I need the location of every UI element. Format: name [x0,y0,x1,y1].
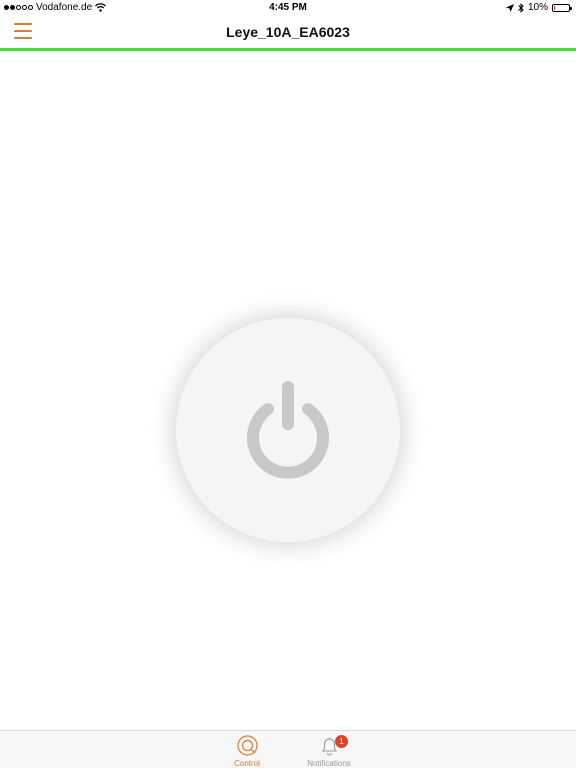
status-right: 10% [505,2,572,13]
tab-bar: Control 1 Notifications [0,730,576,768]
notification-count-badge: 1 [335,735,348,748]
battery-level-fill [554,5,555,10]
tab-notifications-label: Notifications [307,759,351,768]
tab-notifications[interactable]: 1 Notifications [289,735,369,768]
connection-status-line [0,48,576,51]
power-icon [247,381,329,479]
control-icon [236,735,258,756]
page-title: Leye_10A_EA6023 [226,24,350,40]
navigation-bar: Leye_10A_EA6023 [0,16,576,48]
app-screen: Vodafone.de 4:45 PM 10% Leye_10A_EA6023 … [0,0,576,768]
tab-control-label: Control [234,759,260,768]
tab-control[interactable]: Control [207,735,287,768]
bluetooth-icon [518,2,524,13]
power-toggle-button[interactable] [176,318,400,542]
status-bar: Vodafone.de 4:45 PM 10% [0,0,576,16]
status-time: 4:45 PM [269,2,307,13]
location-arrow-icon [505,3,514,12]
battery-percent: 10% [527,2,548,13]
battery-icon [552,3,572,12]
